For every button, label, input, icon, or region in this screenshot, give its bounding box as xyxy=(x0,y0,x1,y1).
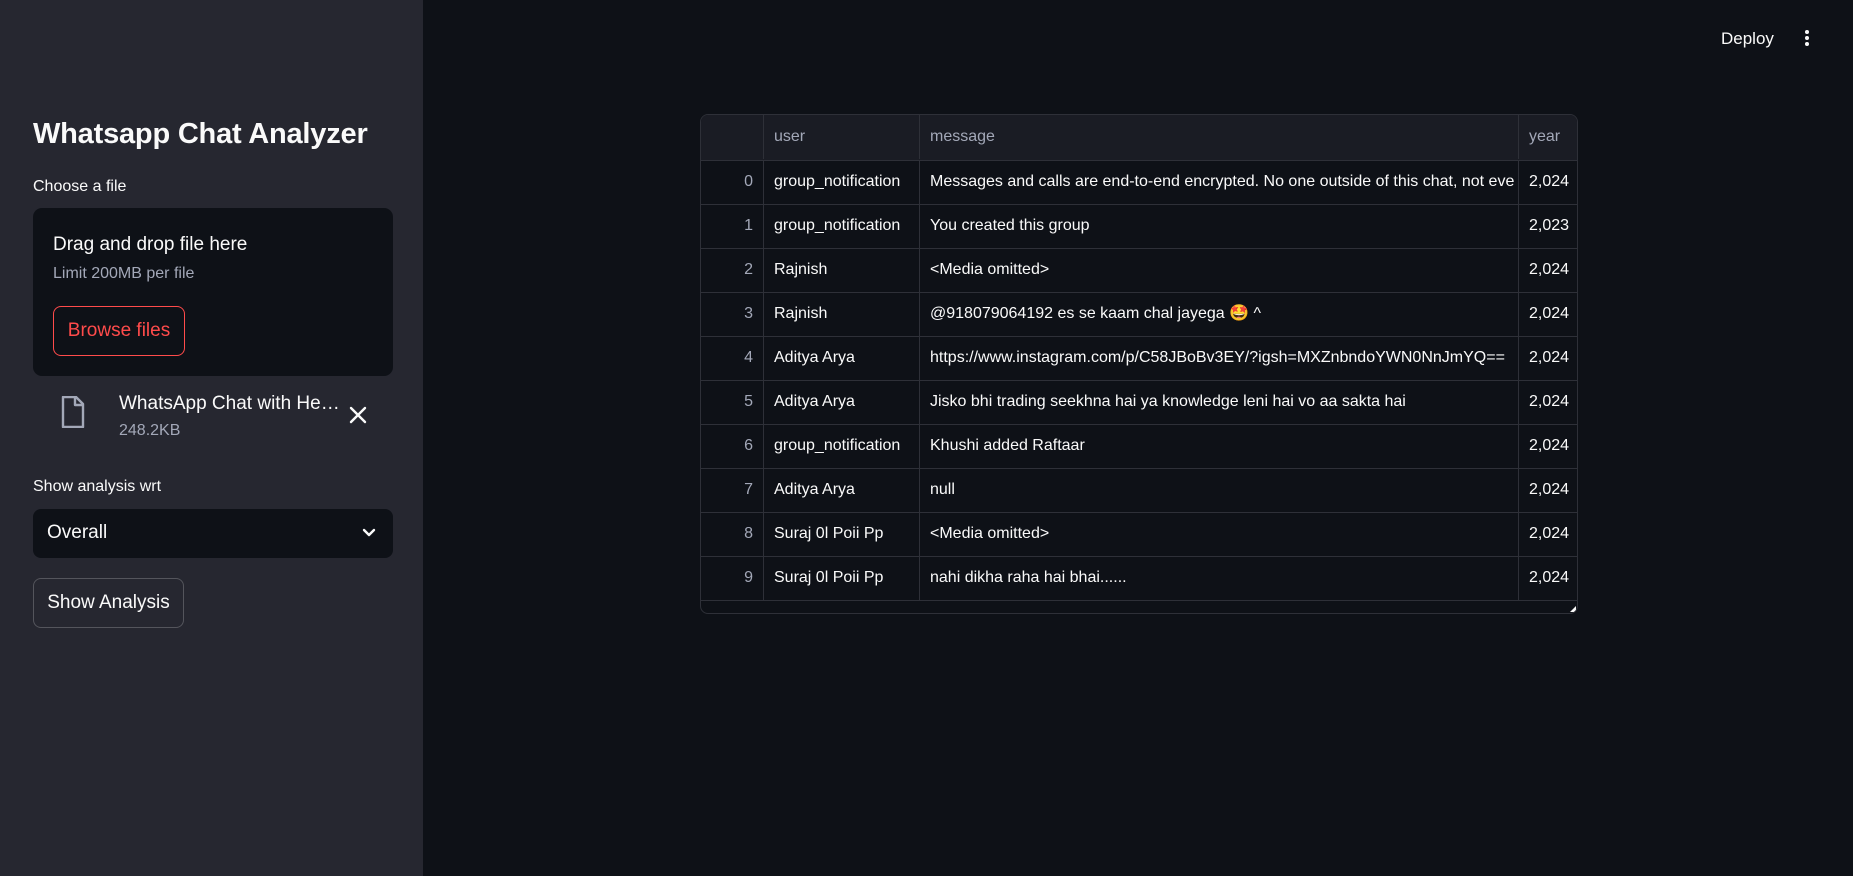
table-row: 1 group_notification You created this grou… xyxy=(701,204,1577,249)
resize-handle[interactable] xyxy=(1570,606,1576,612)
app-title: Whatsapp Chat Analyzer xyxy=(33,118,368,150)
cell-user[interactable]: group_notification xyxy=(764,204,920,248)
table-row: 3 Rajnish @918079064192 es se kaam chal ja… xyxy=(701,292,1577,337)
row-index[interactable]: 3 xyxy=(701,292,764,336)
table-row: 4 Aditya Arya https://www.instagram.com/p/… xyxy=(701,336,1577,381)
cell-year[interactable]: 2,024 xyxy=(1519,512,1577,556)
row-index[interactable]: 5 xyxy=(701,380,764,424)
cell-user[interactable]: Aditya Arya xyxy=(764,380,920,424)
cell-user[interactable]: group_notification xyxy=(764,160,920,204)
deploy-button[interactable]: Deploy xyxy=(1721,29,1774,49)
table-row: 0 group_notification Messages and calls ar… xyxy=(701,160,1577,205)
uploaded-file: WhatsApp Chat with Hehe.txt 248.2KB xyxy=(33,386,393,446)
row-index[interactable]: 0 xyxy=(701,160,764,204)
cell-user[interactable]: Rajnish xyxy=(764,292,920,336)
cell-year[interactable]: 2,024 xyxy=(1519,380,1577,424)
chevron-down-icon xyxy=(361,525,377,546)
cell-year[interactable]: 2,024 xyxy=(1519,248,1577,292)
file-dropzone[interactable]: Drag and drop file here Limit 200MB per … xyxy=(33,208,393,376)
browse-files-button[interactable]: Browse files xyxy=(53,306,185,356)
cell-user[interactable]: Aditya Arya xyxy=(764,336,920,380)
cell-message[interactable]: Khushi added Raftaar xyxy=(920,424,1519,468)
cell-year[interactable]: 2,024 xyxy=(1519,336,1577,380)
cell-user[interactable]: group_notification xyxy=(764,424,920,468)
show-analysis-button[interactable]: Show Analysis xyxy=(33,578,184,628)
uploaded-file-name: WhatsApp Chat with Hehe.txt xyxy=(119,393,344,414)
dataframe-header: user message year xyxy=(701,115,1577,161)
cell-year[interactable]: 2,024 xyxy=(1519,292,1577,336)
cell-year[interactable]: 2,024 xyxy=(1519,160,1577,204)
cell-user[interactable]: Rajnish xyxy=(764,248,920,292)
row-index[interactable]: 1 xyxy=(701,204,764,248)
analysis-select[interactable]: Overall xyxy=(33,509,393,558)
close-icon[interactable] xyxy=(349,406,367,429)
dropzone-limit: Limit 200MB per file xyxy=(53,265,195,282)
cell-message[interactable]: Jisko bhi trading seekhna hai ya knowled… xyxy=(920,380,1519,424)
cell-message[interactable]: @918079064192 es se kaam chal jayega 🤩 ^ xyxy=(920,292,1519,336)
row-index[interactable]: 9 xyxy=(701,556,764,600)
cell-year[interactable]: 2,024 xyxy=(1519,468,1577,512)
table-row: 6 group_notification Khushi added Raftaar 2… xyxy=(701,424,1577,469)
cell-year[interactable]: 2,024 xyxy=(1519,556,1577,600)
row-index[interactable]: 4 xyxy=(701,336,764,380)
cell-user[interactable]: Suraj 0l Poii Pp xyxy=(764,556,920,600)
analysis-select-label: Show analysis wrt xyxy=(33,478,162,495)
kebab-menu-icon[interactable] xyxy=(1799,26,1815,50)
table-row: 8 Suraj 0l Poii Pp <Media omitted> 2,024 xyxy=(701,512,1577,557)
file-icon xyxy=(61,395,85,433)
cell-year[interactable]: 2,024 xyxy=(1519,424,1577,468)
uploaded-file-size: 248.2KB xyxy=(119,422,181,439)
header-index[interactable] xyxy=(701,115,764,159)
cell-message[interactable]: <Media omitted> xyxy=(920,512,1519,556)
table-row: 7 Aditya Arya null 2,024 xyxy=(701,468,1577,513)
row-index[interactable]: 7 xyxy=(701,468,764,512)
dropzone-title: Drag and drop file here xyxy=(53,234,248,255)
cell-message[interactable]: nahi dikha raha hai bhai...... xyxy=(920,556,1519,600)
analysis-select-value: Overall xyxy=(47,522,108,543)
cell-message[interactable]: null xyxy=(920,468,1519,512)
cell-year[interactable]: 2,023 xyxy=(1519,204,1577,248)
row-index[interactable]: 8 xyxy=(701,512,764,556)
table-row: 2 Rajnish <Media omitted> 2,024 xyxy=(701,248,1577,293)
cell-user[interactable]: Suraj 0l Poii Pp xyxy=(764,512,920,556)
cell-message[interactable]: You created this group xyxy=(920,204,1519,248)
cell-message[interactable]: https://www.instagram.com/p/C58JBoBv3EY/… xyxy=(920,336,1519,380)
cell-message[interactable]: Messages and calls are end-to-end encryp… xyxy=(920,160,1519,204)
sidebar: Whatsapp Chat Analyzer Choose a file Dra… xyxy=(0,0,423,876)
header-user[interactable]: user xyxy=(764,115,920,159)
table-row-partial xyxy=(701,600,1577,613)
cell-message[interactable]: <Media omitted> xyxy=(920,248,1519,292)
header-year[interactable]: year xyxy=(1519,115,1577,159)
table-row: 5 Aditya Arya Jisko bhi trading seekhna ha… xyxy=(701,380,1577,425)
row-index[interactable]: 2 xyxy=(701,248,764,292)
cell-user[interactable]: Aditya Arya xyxy=(764,468,920,512)
row-index[interactable]: 6 xyxy=(701,424,764,468)
dataframe[interactable]: user message year 0 group_notification Mes… xyxy=(700,114,1578,614)
header-message[interactable]: message xyxy=(920,115,1519,159)
file-uploader-label: Choose a file xyxy=(33,178,127,195)
table-row: 9 Suraj 0l Poii Pp nahi dikha raha hai bha… xyxy=(701,556,1577,601)
